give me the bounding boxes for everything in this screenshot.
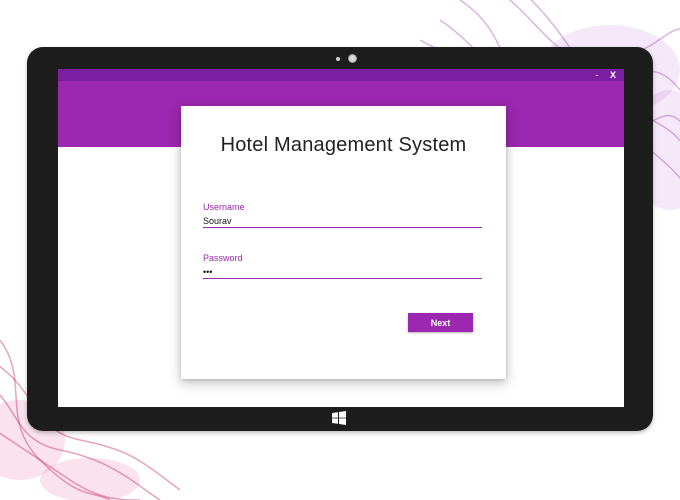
password-input[interactable] bbox=[203, 265, 482, 279]
username-label: Username bbox=[203, 202, 245, 212]
tablet-device: - X Hotel Management System Username Pas… bbox=[27, 47, 653, 431]
username-input[interactable] bbox=[203, 214, 482, 228]
minimize-button[interactable]: - bbox=[590, 69, 604, 81]
login-card: Hotel Management System Username Passwor… bbox=[181, 106, 506, 379]
password-label: Password bbox=[203, 253, 243, 263]
sensor-dot bbox=[336, 57, 340, 61]
password-field: Password bbox=[203, 253, 482, 279]
title-bar: - X bbox=[58, 69, 624, 81]
camera-icon bbox=[348, 54, 357, 63]
username-field: Username bbox=[203, 202, 482, 228]
windows-logo-icon[interactable] bbox=[332, 411, 346, 425]
close-button[interactable]: X bbox=[606, 69, 620, 81]
app-window: - X Hotel Management System Username Pas… bbox=[58, 69, 624, 407]
next-button[interactable]: Next bbox=[408, 313, 473, 332]
app-title: Hotel Management System bbox=[220, 134, 467, 156]
